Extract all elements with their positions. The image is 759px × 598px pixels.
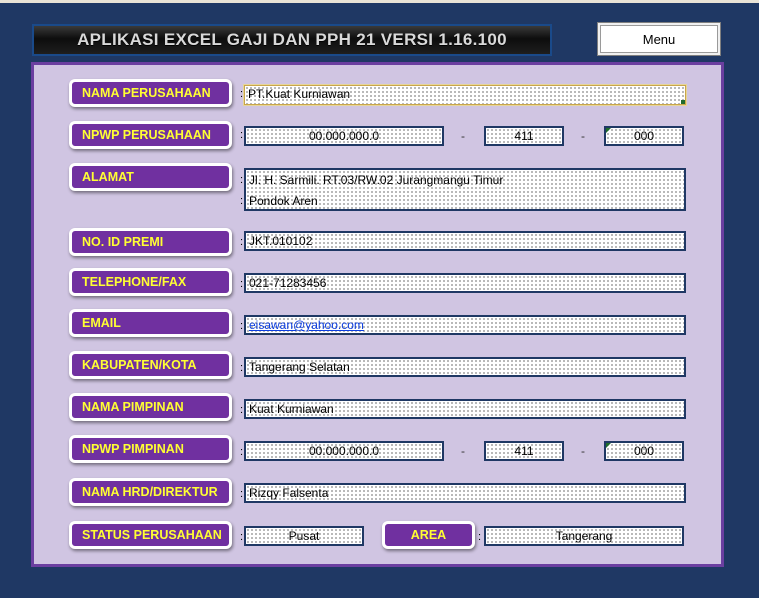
colon: : — [240, 320, 244, 332]
app-title: APLIKASI EXCEL GAJI DAN PPH 21 VERSI 1.1… — [77, 30, 507, 49]
npwp-separator: - — [581, 129, 585, 143]
leader-npwp-part3-value: 000 — [633, 444, 655, 458]
colon: : — [478, 531, 482, 543]
company-name-field[interactable]: PT.Kuat Kurniawan — [243, 84, 687, 106]
hrd-name-label: NAMA HRD/DIREKTUR — [69, 478, 232, 506]
city-field[interactable]: Tangerang Selatan — [244, 357, 686, 377]
email-field[interactable]: eisawan@yahoo.com — [244, 315, 686, 335]
leader-npwp-part3-field[interactable]: 000 — [604, 441, 684, 461]
company-name-value: PT.Kuat Kurniawan — [248, 87, 351, 101]
address-label: ALAMAT — [69, 163, 232, 191]
cell-comment-marker — [606, 443, 611, 448]
colon: : — [240, 88, 244, 100]
colon: : — [240, 531, 244, 543]
company-npwp-part1-field[interactable]: 00.000.000.0 — [244, 126, 444, 146]
premium-id-label: NO. ID PREMI — [69, 228, 232, 256]
area-field[interactable]: Tangerang — [484, 526, 684, 546]
app-title-bar: APLIKASI EXCEL GAJI DAN PPH 21 VERSI 1.1… — [32, 24, 552, 56]
leader-name-field[interactable]: Kuat Kurniawan — [244, 399, 686, 419]
colon: : — [240, 362, 244, 374]
fill-handle[interactable] — [681, 100, 685, 104]
colon: : — [240, 174, 244, 186]
hrd-name-field[interactable]: Rizqy Falsenta — [244, 483, 686, 503]
email-label: EMAIL — [69, 309, 232, 337]
colon: : — [240, 278, 244, 290]
status-field[interactable]: Pusat — [244, 526, 364, 546]
company-name-label: NAMA PERUSAHAAN — [69, 79, 232, 107]
npwp-separator: - — [581, 444, 585, 458]
city-label: KABUPATEN/KOTA — [69, 351, 232, 379]
colon: : — [240, 404, 244, 416]
address-line-2: Pondok Aren — [249, 194, 318, 208]
npwp-separator: - — [461, 129, 465, 143]
colon: : — [240, 129, 244, 141]
cell-comment-marker — [606, 128, 611, 133]
colon: : — [240, 195, 244, 207]
address-field[interactable]: Jl. H. Sarmili. RT.03/RW.02 Jurangmangu … — [244, 168, 686, 211]
premium-id-field[interactable]: JKT.010102 — [244, 231, 686, 251]
phone-field[interactable]: 021-71283456 — [244, 273, 686, 293]
area-label: AREA — [382, 521, 475, 549]
status-label: STATUS PERUSAHAAN — [69, 521, 232, 549]
npwp-separator: - — [461, 444, 465, 458]
address-line-1: Jl. H. Sarmili. RT.03/RW.02 Jurangmangu … — [249, 173, 504, 187]
phone-label: TELEPHONE/FAX — [69, 268, 232, 296]
menu-button[interactable]: Menu — [597, 22, 721, 56]
company-npwp-label: NPWP PERUSAHAAN — [69, 121, 232, 149]
email-link[interactable]: eisawan@yahoo.com — [249, 318, 364, 332]
leader-npwp-part2-field[interactable]: 411 — [484, 441, 564, 461]
leader-npwp-label: NPWP PIMPINAN — [69, 435, 232, 463]
colon: : — [240, 236, 244, 248]
company-npwp-part3-field[interactable]: 000 — [604, 126, 684, 146]
leader-name-label: NAMA PIMPINAN — [69, 393, 232, 421]
colon: : — [240, 488, 244, 500]
company-npwp-part2-field[interactable]: 411 — [484, 126, 564, 146]
leader-npwp-part1-field[interactable]: 00.000.000.0 — [244, 441, 444, 461]
company-npwp-part3-value: 000 — [633, 129, 655, 143]
spreadsheet-top-strip — [0, 0, 759, 3]
colon: : — [240, 446, 244, 458]
